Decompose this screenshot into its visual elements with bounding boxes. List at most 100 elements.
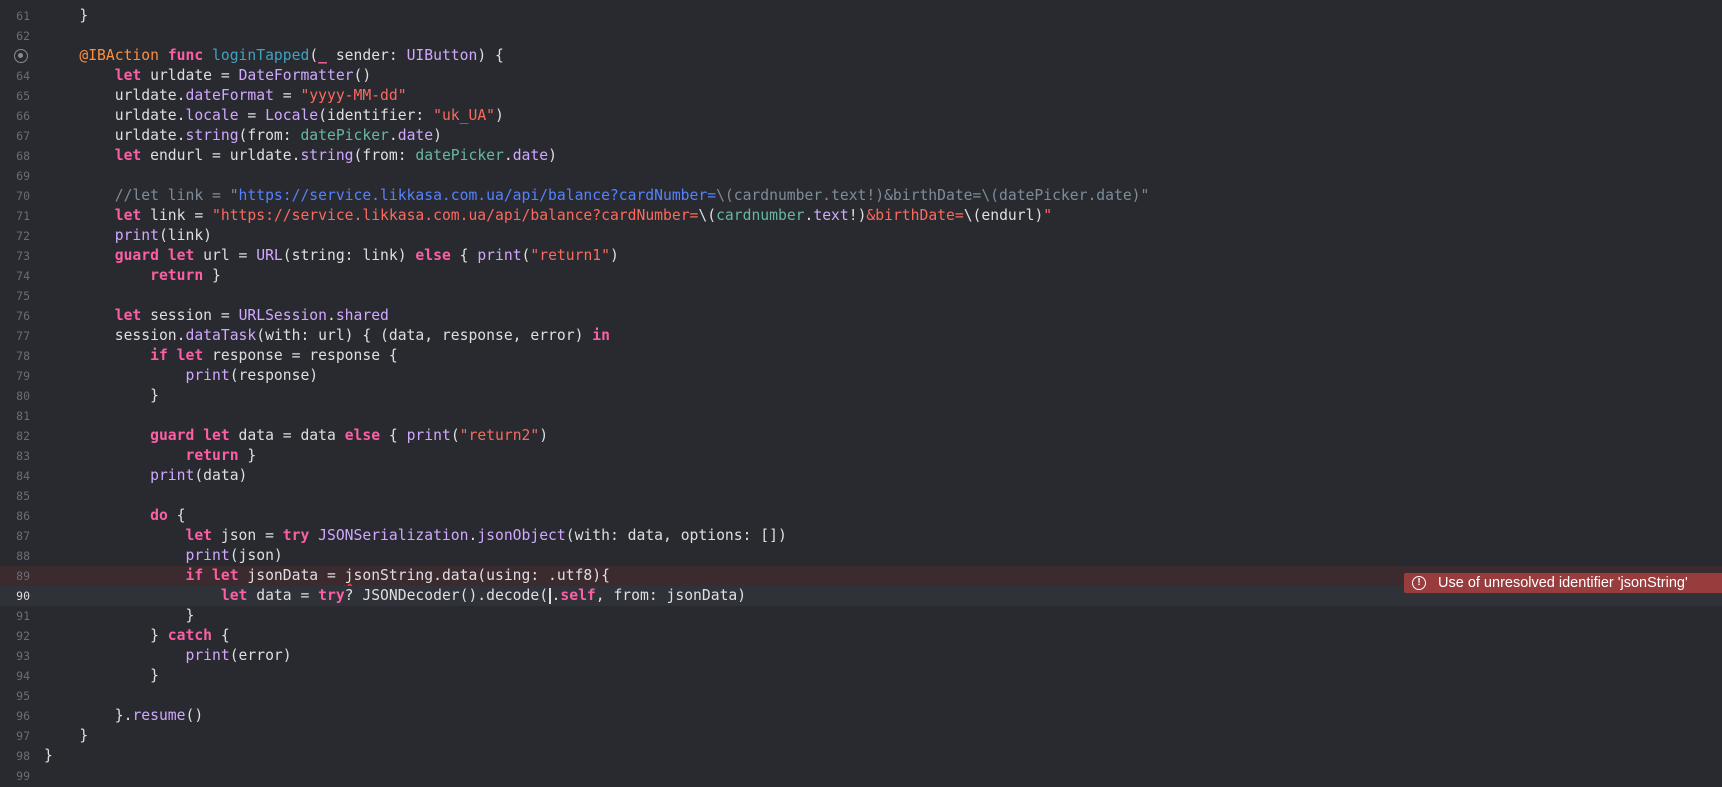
code-text[interactable]: }.resume() [44, 706, 203, 726]
code-text[interactable]: } [44, 746, 53, 766]
code-line[interactable]: 93 print(error) [0, 646, 1722, 666]
line-number[interactable]: 99 [0, 766, 30, 786]
code-line[interactable]: 95 [0, 686, 1722, 706]
code-line[interactable]: 67 urldate.string(from: datePicker.date) [0, 126, 1722, 146]
line-number[interactable]: 90 [0, 586, 30, 606]
error-annotation[interactable]: ! Use of unresolved identifier 'jsonStri… [1404, 573, 1722, 593]
ibaction-connection-icon[interactable] [14, 49, 28, 63]
code-text[interactable]: if let jsonData = jsonString.data(using:… [44, 566, 609, 586]
code-text[interactable]: return } [44, 446, 256, 466]
code-line[interactable]: 70 //let link = "https://service.likkasa… [0, 186, 1722, 206]
code-line[interactable]: 61 } [0, 6, 1722, 26]
line-number[interactable]: 94 [0, 666, 30, 686]
code-line[interactable]: 62 [0, 26, 1722, 46]
code-text[interactable]: let endurl = urldate.string(from: datePi… [44, 146, 557, 166]
code-text[interactable]: } [44, 386, 159, 406]
line-number[interactable]: 70 [0, 186, 30, 206]
code-line[interactable]: 98} [0, 746, 1722, 766]
line-number[interactable]: 74 [0, 266, 30, 286]
code-text[interactable]: let link = "https://service.likkasa.com.… [44, 206, 1052, 226]
code-text[interactable]: do { [44, 506, 185, 526]
code-text[interactable]: } [44, 666, 159, 686]
code-text[interactable]: let json = try JSONSerialization.jsonObj… [44, 526, 786, 546]
code-text[interactable]: guard let url = URL(string: link) else {… [44, 246, 619, 266]
code-line[interactable]: 94 } [0, 666, 1722, 686]
code-line[interactable]: 84 print(data) [0, 466, 1722, 486]
line-number[interactable]: 88 [0, 546, 30, 566]
code-line[interactable]: 73 guard let url = URL(string: link) els… [0, 246, 1722, 266]
code-text[interactable]: } [44, 726, 88, 746]
line-number[interactable]: 91 [0, 606, 30, 626]
line-number[interactable]: 76 [0, 306, 30, 326]
line-number[interactable]: 87 [0, 526, 30, 546]
code-line[interactable]: 82 guard let data = data else { print("r… [0, 426, 1722, 446]
line-number[interactable]: 83 [0, 446, 30, 466]
code-text[interactable]: return } [44, 266, 221, 286]
code-line[interactable]: 96 }.resume() [0, 706, 1722, 726]
code-line[interactable]: 88 print(json) [0, 546, 1722, 566]
line-number[interactable]: 72 [0, 226, 30, 246]
line-number[interactable]: 93 [0, 646, 30, 666]
line-number[interactable]: 71 [0, 206, 30, 226]
code-line[interactable]: 78 if let response = response { [0, 346, 1722, 366]
code-text[interactable]: } [44, 606, 194, 626]
line-number[interactable]: 73 [0, 246, 30, 266]
line-number[interactable]: 98 [0, 746, 30, 766]
code-text[interactable]: urldate.string(from: datePicker.date) [44, 126, 442, 146]
code-text[interactable]: urldate.locale = Locale(identifier: "uk_… [44, 106, 504, 126]
line-number[interactable]: 96 [0, 706, 30, 726]
line-number[interactable]: 80 [0, 386, 30, 406]
code-text[interactable]: print(error) [44, 646, 291, 666]
line-number[interactable]: 86 [0, 506, 30, 526]
code-text[interactable]: } [44, 6, 88, 26]
line-number[interactable]: 69 [0, 166, 30, 186]
code-line[interactable]: 97 } [0, 726, 1722, 746]
code-line[interactable]: 63 @IBAction func loginTapped(_ sender: … [0, 46, 1722, 66]
line-number[interactable]: 81 [0, 406, 30, 426]
code-line[interactable]: 85 [0, 486, 1722, 506]
code-line[interactable]: 86 do { [0, 506, 1722, 526]
code-line[interactable]: 99 [0, 766, 1722, 786]
code-text[interactable]: } catch { [44, 626, 230, 646]
line-number[interactable]: 77 [0, 326, 30, 346]
code-text[interactable]: session.dataTask(with: url) { (data, res… [44, 326, 610, 346]
code-text[interactable]: if let response = response { [44, 346, 398, 366]
line-number[interactable]: 61 [0, 6, 30, 26]
code-editor[interactable]: 6061 }6263 @IBAction func loginTapped(_ … [0, 0, 1722, 787]
code-line[interactable]: 69 [0, 166, 1722, 186]
line-number[interactable]: 68 [0, 146, 30, 166]
code-line[interactable]: 65 urldate.dateFormat = "yyyy-MM-dd" [0, 86, 1722, 106]
line-number[interactable]: 97 [0, 726, 30, 746]
code-line[interactable]: 77 session.dataTask(with: url) { (data, … [0, 326, 1722, 346]
code-text[interactable]: print(response) [44, 366, 318, 386]
code-text[interactable]: print(link) [44, 226, 212, 246]
code-line[interactable]: 64 let urldate = DateFormatter() [0, 66, 1722, 86]
line-number[interactable]: 82 [0, 426, 30, 446]
code-line[interactable]: 71 let link = "https://service.likkasa.c… [0, 206, 1722, 226]
line-number[interactable]: 66 [0, 106, 30, 126]
line-number[interactable]: 85 [0, 486, 30, 506]
code-text[interactable]: @IBAction func loginTapped(_ sender: UIB… [44, 46, 504, 66]
code-text[interactable]: print(json) [44, 546, 282, 566]
code-text[interactable]: let urldate = DateFormatter() [44, 66, 371, 86]
code-line[interactable]: 79 print(response) [0, 366, 1722, 386]
line-number[interactable]: 78 [0, 346, 30, 366]
code-text[interactable]: print(data) [44, 466, 247, 486]
line-number[interactable]: 89 [0, 566, 30, 586]
line-number[interactable]: 62 [0, 26, 30, 46]
code-text[interactable]: let session = URLSession.shared [44, 306, 389, 326]
line-number[interactable]: 92 [0, 626, 30, 646]
code-text[interactable]: let data = try? JSONDecoder().decode(.se… [44, 586, 746, 606]
code-line[interactable]: 75 [0, 286, 1722, 306]
line-number[interactable]: 79 [0, 366, 30, 386]
code-line[interactable]: 80 } [0, 386, 1722, 406]
code-line[interactable]: 87 let json = try JSONSerialization.json… [0, 526, 1722, 546]
line-number[interactable]: 84 [0, 466, 30, 486]
line-number[interactable]: 67 [0, 126, 30, 146]
line-number[interactable]: 64 [0, 66, 30, 86]
code-line[interactable]: 76 let session = URLSession.shared [0, 306, 1722, 326]
code-text[interactable]: urldate.dateFormat = "yyyy-MM-dd" [44, 86, 407, 106]
code-text[interactable]: guard let data = data else { print("retu… [44, 426, 548, 446]
code-line[interactable]: 68 let endurl = urldate.string(from: dat… [0, 146, 1722, 166]
code-text[interactable]: //let link = "https://service.likkasa.co… [44, 186, 1150, 206]
